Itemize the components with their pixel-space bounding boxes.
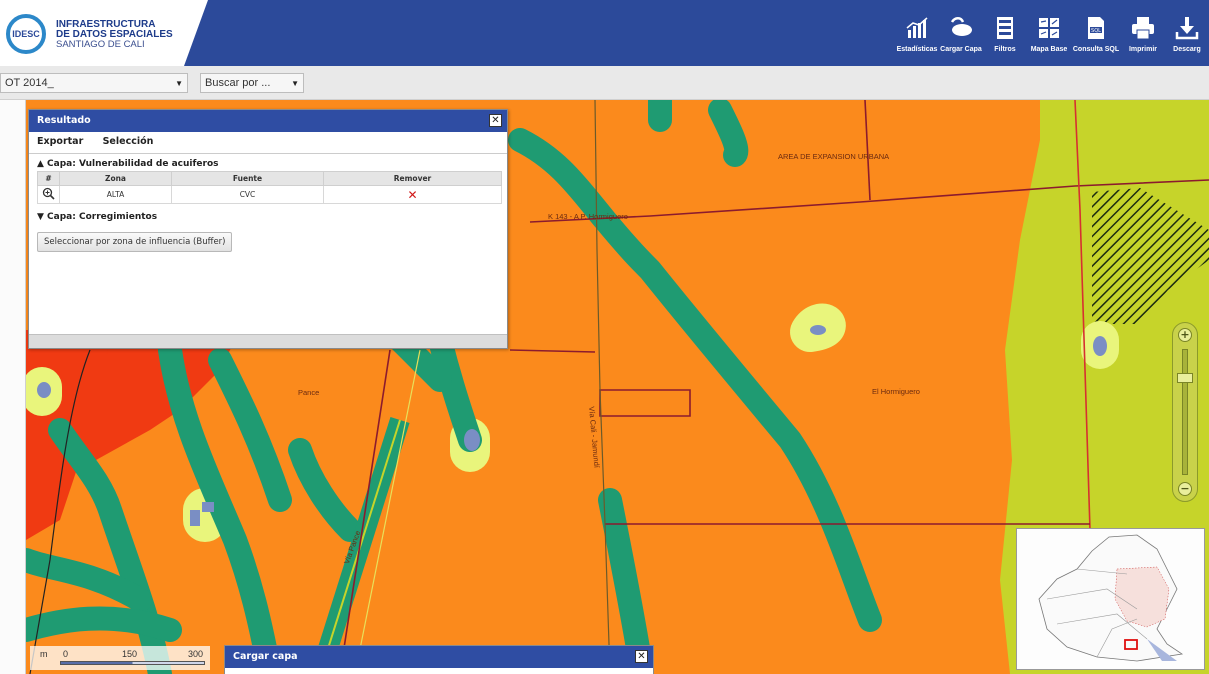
results-panel-header[interactable]: Resultado ✕ xyxy=(29,110,507,132)
filter-bar: OT 2014_ ▼ Buscar por ... ▼ xyxy=(0,66,1209,100)
zoom-in-button[interactable]: + xyxy=(1178,328,1192,342)
search-by-select[interactable]: Buscar por ... ▼ xyxy=(200,73,304,93)
print-button[interactable]: Imprimir xyxy=(1121,6,1165,62)
download-icon xyxy=(1175,17,1199,40)
overview-map[interactable] xyxy=(1016,528,1205,670)
column-header-zona: Zona xyxy=(59,171,172,186)
print-label: Imprimir xyxy=(1128,46,1157,53)
load-layer-panel-header[interactable]: Cargar capa ✕ xyxy=(225,646,653,668)
remove-x-icon: ✕ xyxy=(407,187,418,202)
select-by-buffer-button[interactable]: Seleccionar por zona de influencia (Buff… xyxy=(37,232,233,252)
bar-chart-icon xyxy=(906,17,928,38)
close-icon[interactable]: ✕ xyxy=(635,650,648,663)
logo[interactable]: IDESC INFRAESTRUCTURA DE DATOS ESPACIALE… xyxy=(0,0,220,66)
scale-tick-0: 0 xyxy=(63,649,69,659)
scale-bar-graphic xyxy=(60,661,205,665)
zoom-in-icon xyxy=(42,187,55,200)
export-menu[interactable]: Exportar xyxy=(37,136,83,147)
basemap-button[interactable]: Mapa Base xyxy=(1027,6,1071,62)
chevron-down-icon: ▼ xyxy=(291,78,299,88)
filters-label: Filtros xyxy=(994,46,1016,53)
column-header-number: # xyxy=(37,171,60,186)
logo-badge-text: IDESC xyxy=(12,29,40,39)
map-view[interactable]: AREA DE EXPANSION URBANA K 143 - A P. Ho… xyxy=(0,100,1209,674)
statistics-label: Estadísticas xyxy=(896,46,938,53)
layer-corregimientos-header[interactable]: ▼ Capa: Corregimientos xyxy=(29,204,507,224)
table-row: ALTA CVC ✕ xyxy=(37,185,502,204)
road-label-hormiguero: K 143 - A P. Hormiguero xyxy=(548,212,628,221)
svg-text:SQL: SQL xyxy=(1091,28,1101,34)
scale-bar: m 0 150 300 xyxy=(30,646,210,670)
basemap-icon xyxy=(1039,18,1059,38)
results-table: # Zona Fuente Remover ALTA CVC ✕ xyxy=(37,171,502,204)
app-header: IDESC INFRAESTRUCTURA DE DATOS ESPACIALE… xyxy=(0,0,1209,66)
scale-tick-300: 300 xyxy=(188,649,204,659)
zoom-slider[interactable]: + − xyxy=(1172,322,1198,502)
zoom-track[interactable] xyxy=(1182,349,1188,475)
logo-title-line-3: SANTIAGO DE CALI xyxy=(56,39,145,50)
load-layer-label: Cargar Capa xyxy=(940,46,982,53)
download-button[interactable]: Descarg xyxy=(1165,6,1209,62)
selection-menu[interactable]: Selección xyxy=(103,136,154,147)
search-by-value: Buscar por ... xyxy=(205,77,271,89)
expansion-area-label: AREA DE EXPANSION URBANA xyxy=(778,152,890,161)
plan-year-select[interactable]: OT 2014_ ▼ xyxy=(0,73,188,93)
sql-query-button[interactable]: SQL Consulta SQL xyxy=(1071,6,1121,62)
scale-tick-150: 150 xyxy=(122,649,138,659)
layer-vulnerability-header[interactable]: ▲ Capa: Vulnerabilidad de acuiferos xyxy=(29,154,507,171)
download-label: Descarg xyxy=(1173,46,1201,53)
load-layer-panel-title: Cargar capa xyxy=(233,651,298,662)
fuente-cell: CVC xyxy=(171,185,324,204)
close-icon[interactable]: ✕ xyxy=(489,114,502,127)
left-tool-strip[interactable] xyxy=(0,100,26,674)
place-label-hormiguero: El Hormiguero xyxy=(872,387,920,396)
overview-map-graphic xyxy=(1038,534,1184,662)
print-icon xyxy=(1132,17,1154,40)
load-layer-button[interactable]: Cargar Capa xyxy=(939,6,983,62)
column-header-remover: Remover xyxy=(323,171,502,186)
zoom-to-feature-button[interactable] xyxy=(37,185,60,204)
chevron-down-icon: ▼ xyxy=(175,78,183,88)
main-toolbar: Estadísticas Cargar Capa Filtros Mapa Ba… xyxy=(895,6,1209,66)
filter-icon xyxy=(997,17,1013,39)
sql-icon: SQL xyxy=(1088,17,1104,39)
zoom-out-button[interactable]: − xyxy=(1178,482,1192,496)
results-panel[interactable]: Resultado ✕ Exportar Selección ▲ Capa: V… xyxy=(28,109,508,349)
remove-row-button[interactable]: ✕ xyxy=(323,185,502,204)
logo-badge-icon: IDESC xyxy=(6,14,46,54)
load-layer-icon xyxy=(950,17,972,36)
column-header-fuente: Fuente xyxy=(171,171,324,186)
table-header-row: # Zona Fuente Remover xyxy=(37,171,502,186)
plan-year-value: OT 2014_ xyxy=(5,77,54,89)
sql-query-label: Consulta SQL xyxy=(1072,46,1120,53)
results-panel-footer xyxy=(29,334,507,348)
results-panel-title: Resultado xyxy=(37,115,91,126)
basemap-label: Mapa Base xyxy=(1030,46,1068,53)
results-menu: Exportar Selección xyxy=(29,132,507,154)
place-label-pance: Pance xyxy=(298,388,320,397)
load-layer-panel[interactable]: Cargar capa ✕ xyxy=(224,645,654,674)
filters-button[interactable]: Filtros xyxy=(983,6,1027,62)
zona-cell: ALTA xyxy=(59,185,172,204)
statistics-button[interactable]: Estadísticas xyxy=(895,6,939,62)
scale-unit: m xyxy=(40,649,48,659)
zoom-handle[interactable] xyxy=(1177,373,1193,383)
